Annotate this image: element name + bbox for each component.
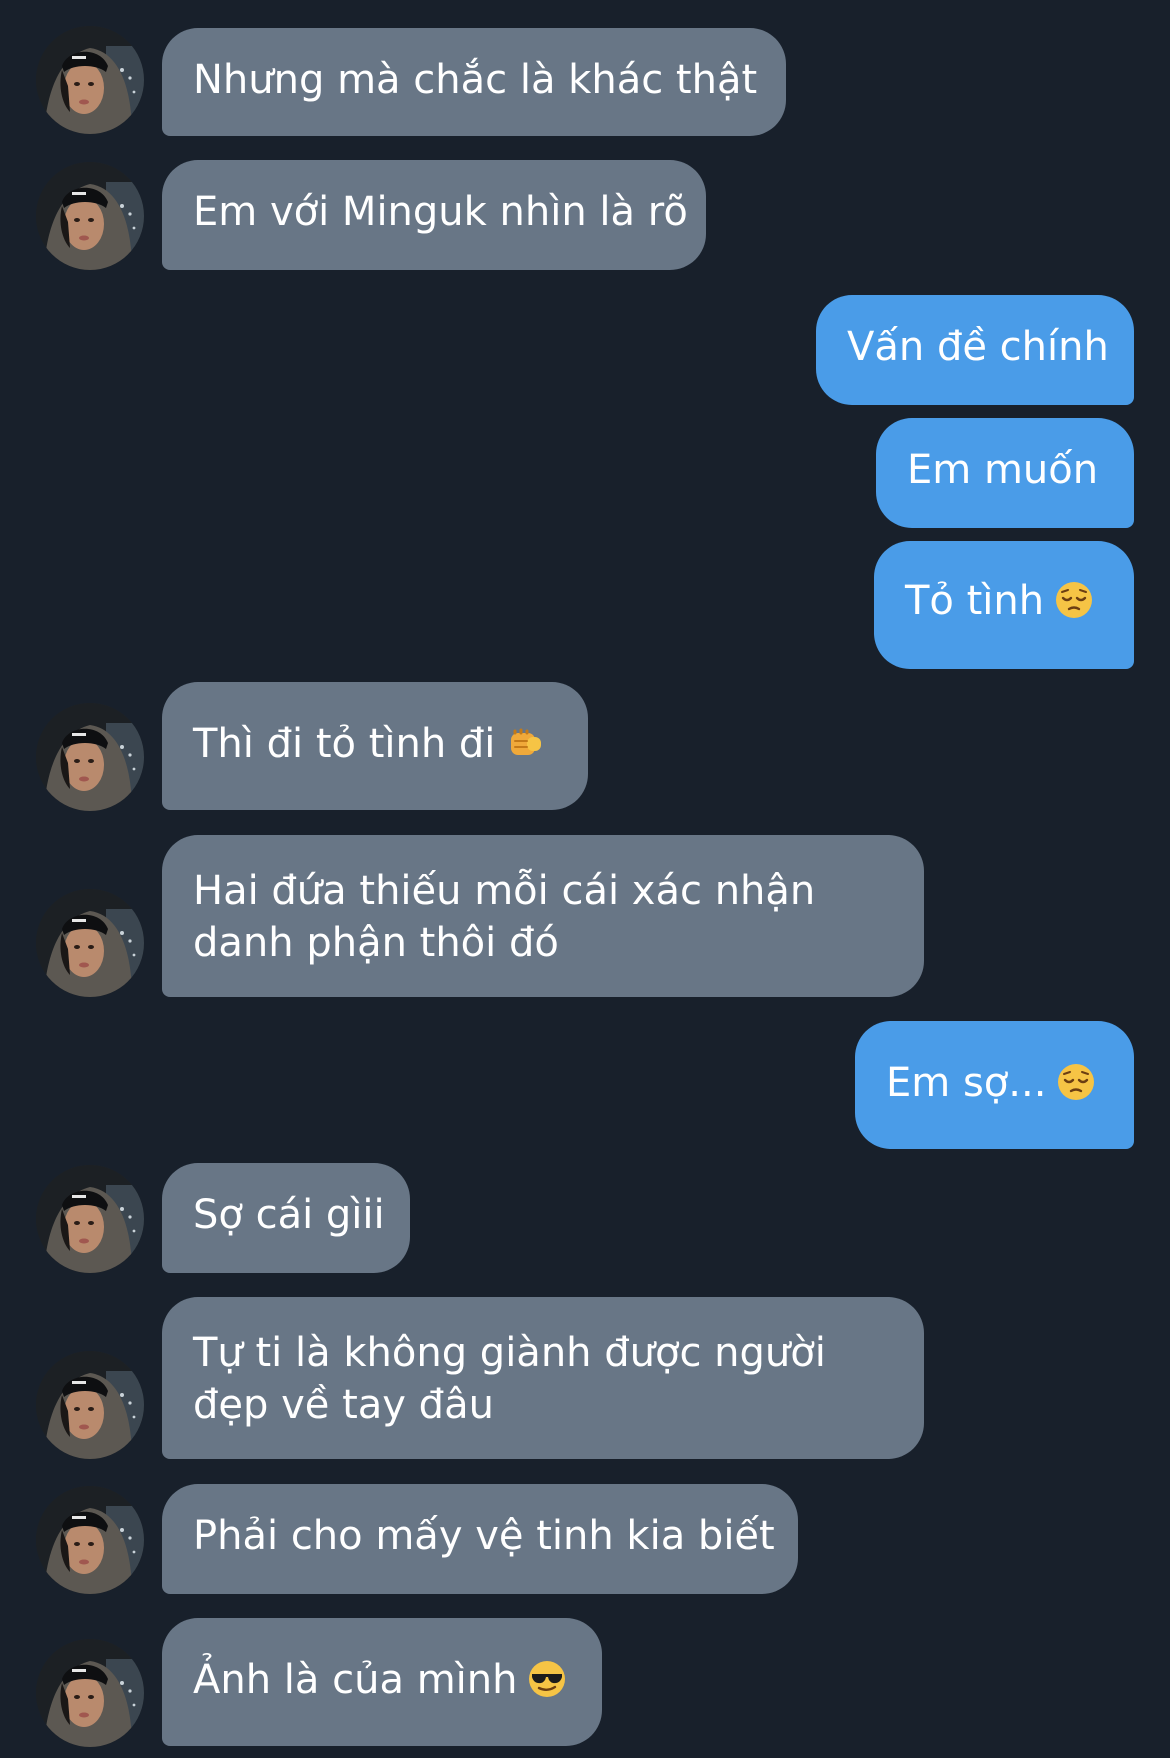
- avatar-photo: [36, 889, 144, 997]
- chat-thread: Nhưng mà chắc là khác thật Em với Minguk…: [0, 0, 1170, 1758]
- message-bubble-incoming[interactable]: Phải cho mấy vệ tinh kia biết: [162, 1484, 798, 1594]
- avatar-photo: [36, 703, 144, 811]
- message-text: Nhưng mà chắc là khác thật: [193, 57, 758, 103]
- message-bubble-outgoing[interactable]: Em muốn: [876, 418, 1134, 528]
- message-text: Ảnh là của mình: [193, 1657, 518, 1703]
- pensive-face-icon: [1056, 1062, 1096, 1102]
- avatar[interactable]: [36, 1165, 144, 1273]
- message-text: Thì đi tỏ tình đi: [193, 721, 496, 767]
- message-bubble-incoming[interactable]: Tự ti là không giành được người đẹp về t…: [162, 1297, 924, 1459]
- message-bubble-incoming[interactable]: Hai đứa thiếu mỗi cái xác nhận danh phận…: [162, 835, 924, 997]
- avatar-photo: [36, 1486, 144, 1594]
- message-bubble-incoming[interactable]: Thì đi tỏ tình đi: [162, 682, 588, 810]
- message-bubble-incoming[interactable]: Ảnh là của mình: [162, 1618, 602, 1746]
- avatar[interactable]: [36, 889, 144, 997]
- message-bubble-outgoing[interactable]: Em sợ...: [855, 1021, 1134, 1149]
- avatar-photo: [36, 1639, 144, 1747]
- avatar[interactable]: [36, 26, 144, 134]
- avatar-photo: [36, 26, 144, 134]
- punch-fist-icon: [505, 723, 545, 763]
- avatar[interactable]: [36, 162, 144, 270]
- pensive-face-icon: [1054, 580, 1094, 620]
- avatar-photo: [36, 1165, 144, 1273]
- message-text: Vấn đề chính: [847, 324, 1109, 370]
- avatar[interactable]: [36, 1639, 144, 1747]
- message-text: Sợ cái gìii: [193, 1192, 385, 1238]
- message-bubble-outgoing[interactable]: Vấn đề chính: [816, 295, 1134, 405]
- message-text: Em sợ...: [886, 1060, 1047, 1106]
- message-bubble-incoming[interactable]: Nhưng mà chắc là khác thật: [162, 28, 786, 136]
- avatar[interactable]: [36, 703, 144, 811]
- message-text: Tỏ tình: [905, 578, 1045, 624]
- message-text: Em với Minguk nhìn là rõ: [193, 189, 688, 235]
- message-text: Phải cho mấy vệ tinh kia biết: [193, 1513, 775, 1559]
- message-text: đẹp về tay đâu: [193, 1382, 494, 1428]
- avatar[interactable]: [36, 1486, 144, 1594]
- message-bubble-incoming[interactable]: Em với Minguk nhìn là rõ: [162, 160, 706, 270]
- sunglasses-face-icon: [527, 1659, 567, 1699]
- message-text: Hai đứa thiếu mỗi cái xác nhận: [193, 868, 816, 914]
- message-bubble-outgoing[interactable]: Tỏ tình: [874, 541, 1134, 669]
- avatar-photo: [36, 1351, 144, 1459]
- avatar-photo: [36, 162, 144, 270]
- message-text: danh phận thôi đó: [193, 920, 559, 966]
- avatar[interactable]: [36, 1351, 144, 1459]
- message-bubble-incoming[interactable]: Sợ cái gìii: [162, 1163, 410, 1273]
- message-text: Em muốn: [907, 447, 1099, 493]
- message-text: Tự ti là không giành được người: [193, 1330, 826, 1376]
